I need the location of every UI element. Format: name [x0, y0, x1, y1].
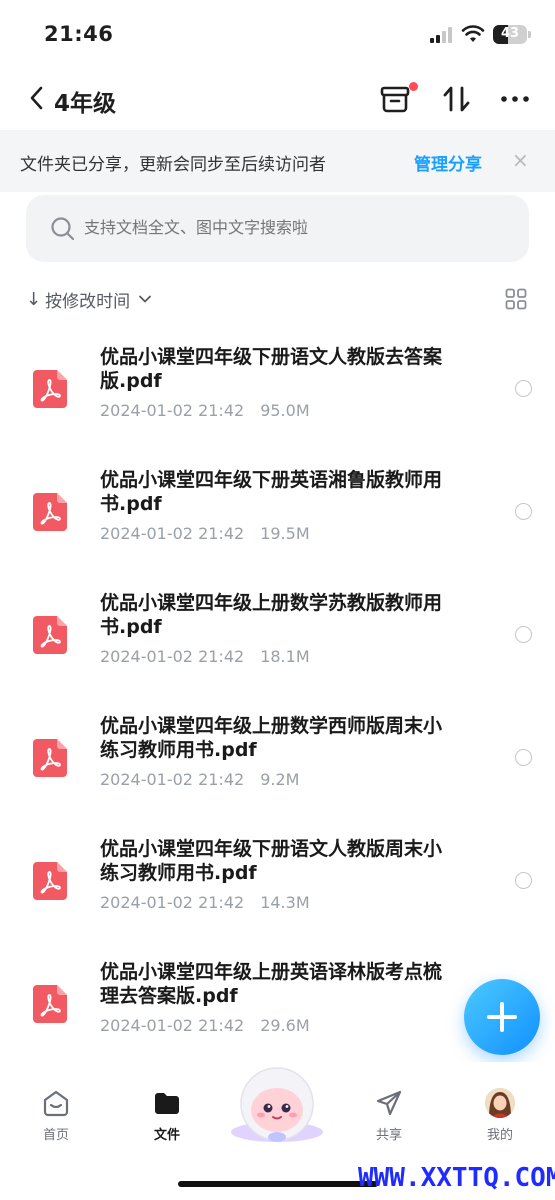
folder-icon — [155, 1093, 179, 1114]
pdf-file-icon — [33, 493, 67, 531]
notification-dot — [409, 82, 418, 91]
select-checkbox[interactable] — [515, 380, 532, 397]
plus-icon — [487, 1002, 517, 1032]
pdf-file-icon — [33, 370, 67, 408]
share-notice-text: 文件夹已分享，更新会同步至后续访问者 — [20, 155, 326, 175]
chevron-down-icon — [139, 295, 151, 303]
more-button[interactable] — [498, 82, 532, 116]
file-size: 18.1M — [260, 647, 310, 666]
share-notice-banner: 文件夹已分享，更新会同步至后续访问者 管理分享 × — [0, 130, 555, 192]
transfer-arrows-icon — [443, 86, 470, 112]
file-size: 95.0M — [260, 401, 310, 420]
avatar — [485, 1088, 515, 1118]
nav-home-label: 首页 — [42, 1128, 69, 1143]
wifi-icon — [461, 25, 485, 42]
file-meta: 2024-01-02 21:42 19.5M — [100, 524, 310, 543]
search-input[interactable] — [84, 218, 504, 237]
pdf-file-icon — [33, 862, 67, 900]
transfer-button[interactable] — [440, 82, 474, 116]
close-banner-button[interactable]: × — [512, 148, 529, 172]
select-checkbox[interactable] — [515, 626, 532, 643]
file-meta: 2024-01-02 21:42 29.6M — [100, 1016, 310, 1035]
add-button[interactable] — [464, 979, 540, 1055]
mascot-assistant-icon[interactable] — [226, 1062, 328, 1144]
watermark-text: WWW.XXTTQ.COM — [358, 1163, 555, 1193]
nav-files[interactable]: 文件 — [132, 1088, 202, 1143]
nav-mine[interactable]: 我的 — [465, 1088, 535, 1143]
battery-icon: 43 — [493, 25, 527, 44]
pdf-file-icon — [33, 616, 67, 654]
file-size: 29.6M — [260, 1016, 310, 1035]
file-size: 19.5M — [260, 524, 310, 543]
file-meta: 2024-01-02 21:42 14.3M — [100, 893, 310, 912]
file-date: 2024-01-02 21:42 — [100, 893, 245, 912]
pdf-file-icon — [33, 739, 67, 777]
sort-direction-icon: ↓ — [26, 288, 42, 310]
file-date: 2024-01-02 21:42 — [100, 401, 245, 420]
search-icon — [51, 217, 75, 241]
nav-share-label: 共享 — [375, 1128, 402, 1143]
file-name: 优品小课堂四年级上册英语译林版考点梳理去答案版.pdf — [100, 961, 443, 1007]
nav-files-label: 文件 — [153, 1128, 180, 1143]
archive-button[interactable] — [378, 82, 418, 116]
file-row[interactable]: 优品小课堂四年级下册语文人教版周末小练习教师用书.pdf 2024-01-02 … — [0, 817, 555, 940]
status-bar: 21:46 43 — [0, 0, 555, 70]
sort-dropdown[interactable]: ↓ 按修改时间 — [26, 285, 152, 313]
select-checkbox[interactable] — [515, 749, 532, 766]
select-checkbox[interactable] — [515, 872, 532, 889]
file-date: 2024-01-02 21:42 — [100, 1016, 245, 1035]
file-row[interactable]: 优品小课堂四年级下册英语湘鲁版教师用书.pdf 2024-01-02 21:42… — [0, 448, 555, 571]
more-dots-icon — [501, 96, 529, 102]
page-title: 4年级 — [54, 91, 117, 117]
file-date: 2024-01-02 21:42 — [100, 524, 245, 543]
pdf-file-icon — [33, 985, 67, 1023]
nav-home[interactable]: 首页 — [21, 1088, 91, 1143]
nav-mine-label: 我的 — [486, 1128, 513, 1143]
file-meta: 2024-01-02 21:42 95.0M — [100, 401, 310, 420]
nav-share[interactable]: 共享 — [354, 1088, 424, 1143]
status-time: 21:46 — [44, 22, 114, 46]
file-size: 9.2M — [260, 770, 300, 789]
file-name: 优品小课堂四年级下册语文人教版去答案版.pdf — [100, 346, 443, 392]
header: 4年级 — [0, 70, 555, 128]
select-checkbox[interactable] — [515, 503, 532, 520]
archive-box-icon — [380, 86, 410, 113]
file-size: 14.3M — [260, 893, 310, 912]
file-row[interactable]: 优品小课堂四年级上册数学苏教版教师用书.pdf 2024-01-02 21:42… — [0, 571, 555, 694]
sort-label: 按修改时间 — [45, 291, 131, 312]
manage-share-link[interactable]: 管理分享 — [414, 150, 482, 175]
file-date: 2024-01-02 21:42 — [100, 647, 245, 666]
file-name: 优品小课堂四年级上册数学西师版周末小练习教师用书.pdf — [100, 715, 443, 761]
home-icon — [43, 1090, 69, 1117]
signal-icon — [430, 27, 454, 43]
file-date: 2024-01-02 21:42 — [100, 770, 245, 789]
file-meta: 2024-01-02 21:42 9.2M — [100, 770, 299, 789]
battery-level: 43 — [500, 26, 520, 41]
file-name: 优品小课堂四年级下册英语湘鲁版教师用书.pdf — [100, 469, 443, 515]
file-meta: 2024-01-02 21:42 18.1M — [100, 647, 310, 666]
file-row[interactable]: 优品小课堂四年级上册数学西师版周末小练习教师用书.pdf 2024-01-02 … — [0, 694, 555, 817]
file-row[interactable]: 优品小课堂四年级下册语文人教版去答案版.pdf 2024-01-02 21:42… — [0, 325, 555, 448]
file-name: 优品小课堂四年级上册数学苏教版教师用书.pdf — [100, 592, 443, 638]
paper-plane-icon — [376, 1090, 402, 1116]
file-name: 优品小课堂四年级下册语文人教版周末小练习教师用书.pdf — [100, 838, 443, 884]
grid-view-icon[interactable] — [505, 288, 527, 310]
back-chevron-icon[interactable] — [26, 84, 50, 112]
search-bar[interactable] — [26, 195, 529, 262]
home-indicator — [178, 1181, 378, 1187]
